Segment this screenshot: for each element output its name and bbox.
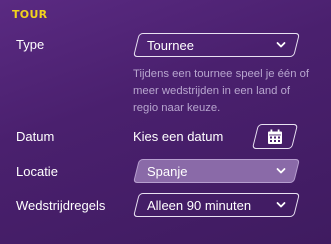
- rules-dropdown-value: Alleen 90 minuten: [147, 197, 252, 213]
- type-label: Type: [16, 37, 45, 52]
- chevron-down-icon: [276, 202, 286, 208]
- date-placeholder[interactable]: Kies een datum: [133, 129, 223, 144]
- chevron-down-icon: [276, 168, 286, 174]
- rules-label: Wedstrijdregels: [16, 198, 106, 213]
- date-picker-button[interactable]: [251, 124, 299, 149]
- location-dropdown-value: Spanje: [147, 163, 188, 179]
- date-label: Datum: [16, 129, 55, 144]
- location-dropdown[interactable]: Spanje: [133, 159, 300, 183]
- type-dropdown-value: Tournee: [147, 37, 194, 53]
- rules-dropdown[interactable]: Alleen 90 minuten: [133, 193, 300, 217]
- type-dropdown[interactable]: Tournee: [133, 33, 300, 57]
- section-title: TOUR: [12, 8, 48, 21]
- calendar-icon: [268, 129, 282, 144]
- type-description: Tijdens een tournee speel je één of meer…: [133, 68, 310, 114]
- tour-settings-panel: TOUR Type Tournee Tijdens een tournee sp…: [0, 0, 331, 244]
- location-label: Locatie: [16, 164, 58, 179]
- chevron-down-icon: [276, 42, 286, 48]
